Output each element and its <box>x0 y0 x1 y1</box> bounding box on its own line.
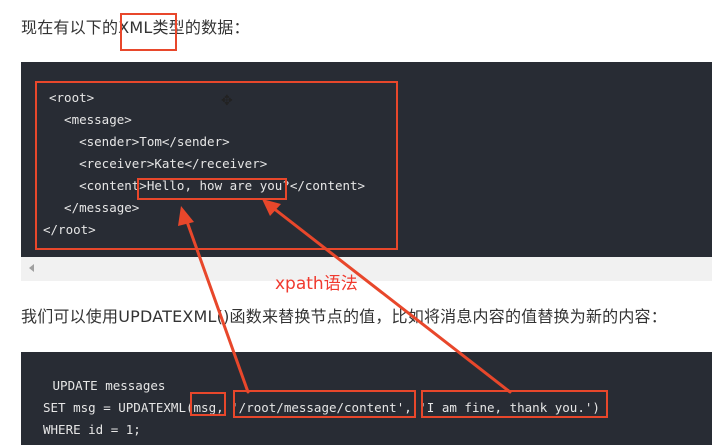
content-value-highlight <box>137 178 287 200</box>
code-line: WHERE id = 1; <box>43 422 141 437</box>
xml-word-highlight <box>120 13 177 51</box>
msg-arg-highlight <box>190 392 226 416</box>
xml-block-highlight <box>35 81 398 250</box>
horizontal-scrollbar[interactable] <box>21 257 712 281</box>
scroll-left-arrow-icon[interactable] <box>29 264 34 272</box>
new-value-highlight <box>421 390 608 418</box>
xpath-annotation: xpath语法 <box>275 274 358 294</box>
code-line: UPDATE messages <box>45 378 166 393</box>
explain-paragraph: 我们可以使用UPDATEXML()函数来替换节点的值，比如将消息内容的值替换为新… <box>21 307 667 326</box>
xpath-arg-highlight <box>233 390 416 418</box>
